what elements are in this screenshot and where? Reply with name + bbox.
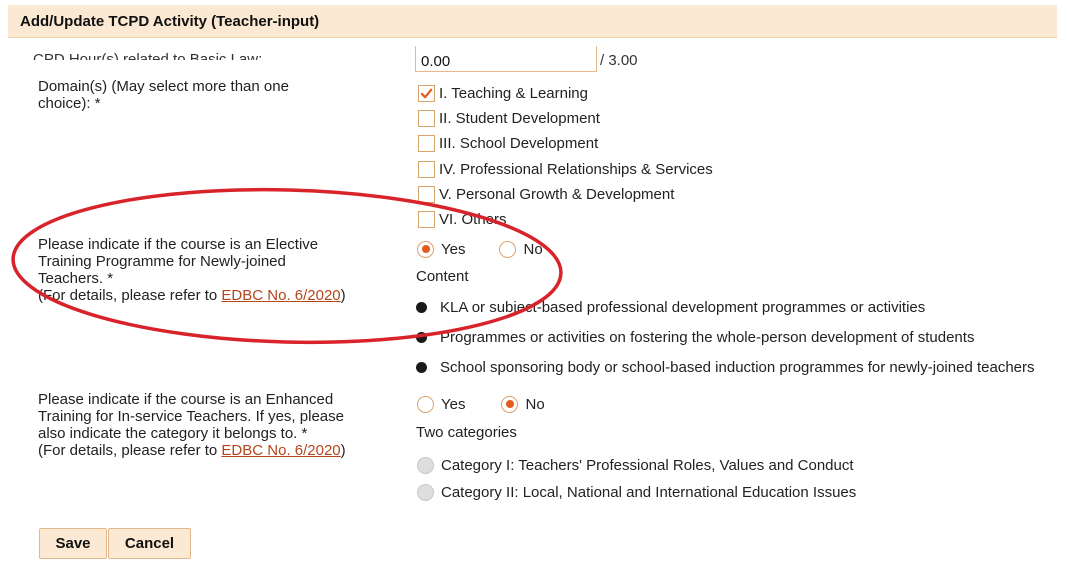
domain-option-personal[interactable]: V. Personal Growth & Development xyxy=(418,184,674,204)
category-option-1[interactable]: Category I: Teachers' Professional Roles… xyxy=(417,455,854,475)
radio[interactable] xyxy=(499,240,517,258)
checkbox[interactable] xyxy=(418,210,435,228)
checkbox[interactable] xyxy=(418,160,435,178)
radio-selected[interactable] xyxy=(417,240,434,258)
domains-label: Domain(s) (May select more than one choi… xyxy=(38,78,289,112)
bullet-icon xyxy=(416,361,427,373)
edbc-link[interactable]: EDBC No. 6/2020 xyxy=(221,442,340,459)
content-item: KLA or subject-based professional develo… xyxy=(416,297,925,317)
domain-option-student[interactable]: II. Student Development xyxy=(418,108,600,128)
content-heading: Content xyxy=(416,268,469,285)
radio[interactable] xyxy=(417,395,434,413)
checkbox[interactable] xyxy=(418,109,435,127)
domain-option-label: II. Student Development xyxy=(439,109,600,127)
elective-question: Please indicate if the course is an Elec… xyxy=(38,236,398,304)
domain-option-school[interactable]: III. School Development xyxy=(418,133,598,153)
bullet-icon xyxy=(416,331,427,343)
save-button[interactable]: Save xyxy=(39,528,107,559)
elective-details: (For details, please refer to EDBC No. 6… xyxy=(38,287,346,304)
enhanced-yes-option[interactable]: Yes xyxy=(417,395,465,413)
domain-option-label: V. Personal Growth & Development xyxy=(439,185,675,203)
domain-option-teaching[interactable]: I. Teaching & Learning xyxy=(418,83,588,103)
dialog-header: Add/Update TCPD Activity (Teacher-input) xyxy=(8,5,1057,38)
radio-disabled[interactable] xyxy=(417,483,434,501)
content-item: School sponsoring body or school-based i… xyxy=(416,357,1035,377)
cpd-hours-max: / 3.00 xyxy=(600,52,638,69)
category-option-2[interactable]: Category II: Local, National and Interna… xyxy=(417,482,856,502)
content-item: Programmes or activities on fostering th… xyxy=(416,327,974,347)
enhanced-question: Please indicate if the course is an Enha… xyxy=(38,391,398,459)
elective-yes-option[interactable]: Yes xyxy=(417,240,465,258)
cancel-button[interactable]: Cancel xyxy=(108,528,191,559)
cpd-hours-label: CPD Hour(s) related to Basic Law: xyxy=(33,51,263,60)
categories-heading: Two categories xyxy=(416,424,517,441)
checkbox-checked[interactable] xyxy=(418,84,435,102)
domain-option-label: VI. Others xyxy=(439,210,507,228)
cpd-hours-input[interactable] xyxy=(415,46,597,72)
domain-option-others[interactable]: VI. Others xyxy=(418,209,507,229)
domain-option-label: IV. Professional Relationships & Service… xyxy=(439,160,713,178)
enhanced-radio-group: Yes No xyxy=(417,394,579,414)
radio-disabled[interactable] xyxy=(417,456,434,474)
radio-selected[interactable] xyxy=(501,395,519,413)
checkbox[interactable] xyxy=(418,134,435,152)
enhanced-no-option[interactable]: No xyxy=(501,395,545,413)
checkbox[interactable] xyxy=(418,185,435,203)
domain-option-label: III. School Development xyxy=(439,134,599,152)
bullet-icon xyxy=(416,301,427,313)
checkmark-icon xyxy=(420,88,433,98)
elective-no-option[interactable]: No xyxy=(499,240,543,258)
domain-option-label: I. Teaching & Learning xyxy=(439,84,588,102)
dialog-title: Add/Update TCPD Activity (Teacher-input) xyxy=(20,13,320,30)
elective-radio-group: Yes No xyxy=(417,239,577,259)
domain-option-professional[interactable]: IV. Professional Relationships & Service… xyxy=(418,159,713,179)
enhanced-details: (For details, please refer to EDBC No. 6… xyxy=(38,442,346,459)
edbc-link[interactable]: EDBC No. 6/2020 xyxy=(221,287,340,304)
